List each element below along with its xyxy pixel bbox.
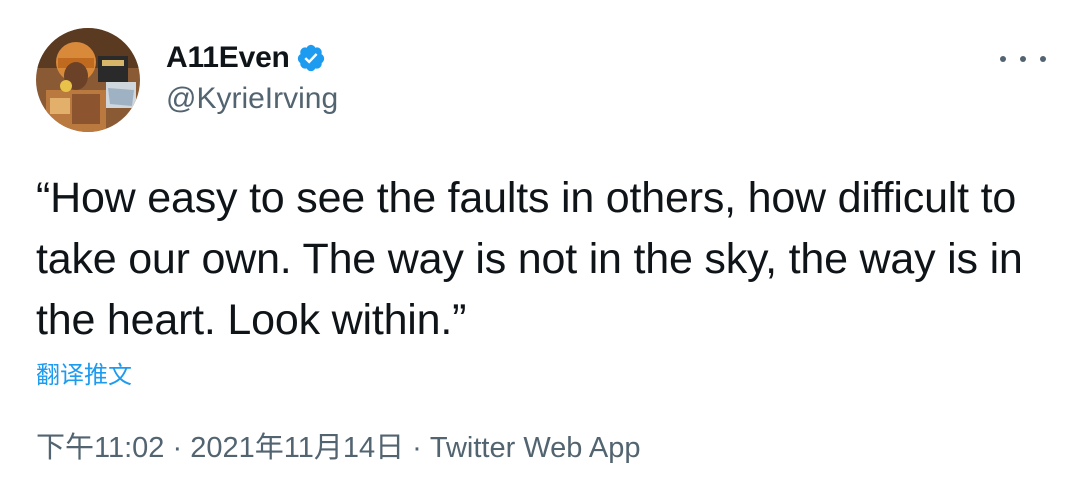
more-dot [1000,56,1006,62]
more-dot [1040,56,1046,62]
more-dot [1020,56,1026,62]
display-name[interactable]: A11Even [166,41,290,75]
author-name-row: A11Even [166,38,326,78]
tweet-time[interactable]: 下午11:02 [36,432,164,464]
tweet-date[interactable]: 2021年11月14日 [190,432,404,464]
tweet-card: A11Even @KyrieIrving “How easy to see th… [0,0,1068,496]
meta-separator: · [404,432,430,464]
author-handle[interactable]: @KyrieIrving [166,82,338,116]
avatar[interactable] [36,28,140,132]
tweet-source[interactable]: Twitter Web App [430,432,641,464]
verified-badge-icon [296,43,326,73]
meta-separator: · [164,432,191,464]
tweet-text: “How easy to see the faults in others, h… [36,174,1023,344]
more-options-icon[interactable] [1000,44,1046,74]
tweet-meta: 下午11:02 · 2021年11月14日 · Twitter Web App [36,424,641,466]
translate-tweet-link[interactable]: 翻译推文 [36,355,132,390]
